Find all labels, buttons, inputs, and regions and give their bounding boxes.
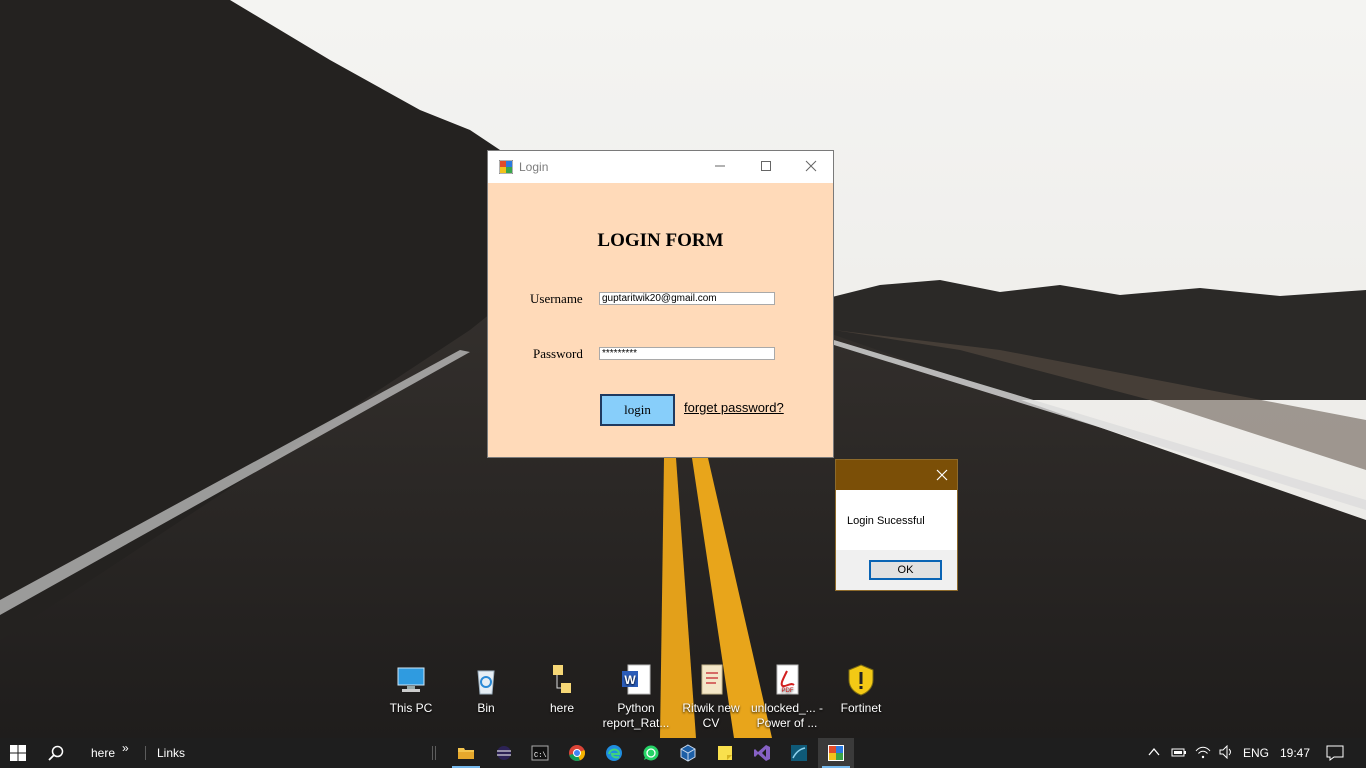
desktop-icon-label: Bin bbox=[477, 701, 495, 715]
desktop-icon-label: Fortinet bbox=[840, 701, 882, 715]
message-box: Login Sucessful OK bbox=[835, 459, 958, 591]
windows-logo-icon bbox=[10, 745, 26, 761]
login-titlebar[interactable]: Login bbox=[488, 151, 833, 183]
toolbar-links[interactable]: Links bbox=[157, 746, 185, 760]
wifi-icon bbox=[1195, 746, 1211, 759]
minimize-button[interactable] bbox=[697, 151, 743, 181]
taskbar-eclipse[interactable] bbox=[486, 738, 522, 768]
recycle-bin-icon bbox=[469, 663, 503, 697]
message-close-button[interactable] bbox=[927, 460, 957, 490]
toolbar-separator bbox=[435, 746, 436, 760]
whatsapp-icon bbox=[643, 745, 659, 761]
pdf-document-icon-2: PDF bbox=[770, 663, 804, 697]
show-hidden-icons-button[interactable] bbox=[1142, 738, 1166, 768]
virtualbox-icon bbox=[680, 744, 696, 762]
desktop-icon-ritwik-cv[interactable]: Ritwik new CV bbox=[674, 660, 748, 732]
desktop-icon-this-pc[interactable]: This PC bbox=[374, 660, 448, 732]
toolbar-separator bbox=[432, 746, 433, 760]
clock[interactable]: 19:47 bbox=[1280, 746, 1310, 760]
message-box-titlebar[interactable] bbox=[836, 460, 957, 490]
toolbar-separator bbox=[145, 746, 146, 760]
taskbar-file-explorer[interactable] bbox=[448, 738, 484, 768]
username-input[interactable]: guptaritwik20@gmail.com bbox=[599, 292, 775, 305]
maximize-button[interactable] bbox=[743, 151, 789, 181]
taskbar-network-app[interactable] bbox=[781, 738, 817, 768]
desktop-icon-label: Ritwik new CV bbox=[682, 701, 740, 730]
eclipse-icon bbox=[497, 746, 511, 760]
notification-icon bbox=[1326, 745, 1344, 761]
message-text: Login Sucessful bbox=[847, 515, 925, 527]
taskbar: here » Links C:\ ENG 19:47 bbox=[0, 738, 1366, 768]
desktop-icon-label: Python report_Rat... bbox=[602, 701, 670, 730]
form-app-icon bbox=[498, 159, 514, 175]
search-icon bbox=[48, 745, 64, 761]
sticky-notes-icon bbox=[718, 746, 732, 760]
close-button[interactable] bbox=[788, 151, 834, 181]
taskbar-whatsapp[interactable] bbox=[633, 738, 669, 768]
taskbar-login-form-app[interactable] bbox=[818, 738, 854, 768]
speaker-icon bbox=[1219, 745, 1231, 759]
desktop-icon-label: This PC bbox=[389, 701, 433, 715]
message-body: Login Sucessful bbox=[836, 490, 957, 550]
this-pc-icon bbox=[394, 663, 428, 697]
edge-icon bbox=[606, 745, 622, 761]
password-label: Password bbox=[533, 346, 583, 361]
password-input[interactable]: ********* bbox=[599, 347, 775, 360]
forget-password-link[interactable]: forget password? bbox=[684, 400, 784, 415]
svg-text:C:\: C:\ bbox=[534, 752, 547, 760]
desktop-icon-unlocked-pdf[interactable]: PDF unlocked_... - Power of ... bbox=[750, 660, 824, 732]
command-prompt-icon: C:\ bbox=[531, 745, 549, 761]
close-icon bbox=[805, 160, 817, 172]
search-button[interactable] bbox=[40, 738, 72, 768]
login-form-app-icon bbox=[828, 745, 844, 761]
start-button[interactable] bbox=[0, 738, 36, 768]
form-heading: LOGIN FORM bbox=[597, 230, 724, 251]
network-app-icon bbox=[791, 745, 807, 761]
here-folder-icon bbox=[545, 663, 579, 697]
pdf-document-icon bbox=[694, 663, 728, 697]
taskbar-virtualbox[interactable] bbox=[670, 738, 706, 768]
username-label: Username bbox=[530, 291, 583, 306]
login-window: Login LOGIN FORM Username guptaritwik20@… bbox=[487, 150, 834, 458]
ok-button[interactable]: OK bbox=[869, 560, 942, 580]
minimize-icon bbox=[715, 165, 725, 167]
close-icon bbox=[936, 469, 948, 481]
taskbar-command-prompt[interactable]: C:\ bbox=[522, 738, 558, 768]
desktop-icon-label: unlocked_... - Power of ... bbox=[750, 701, 824, 730]
file-explorer-icon bbox=[458, 748, 474, 759]
battery-icon bbox=[1171, 748, 1186, 757]
window-title: Login bbox=[519, 160, 549, 174]
desktop-icon-python-report[interactable]: W Python report_Rat... bbox=[599, 660, 673, 732]
taskbar-edge[interactable] bbox=[596, 738, 632, 768]
svg-text:PDF: PDF bbox=[782, 688, 794, 694]
svg-text:W: W bbox=[624, 673, 636, 687]
desktop-icon-bin[interactable]: Bin bbox=[449, 660, 523, 732]
chrome-icon bbox=[569, 745, 585, 762]
fortinet-shield-icon bbox=[844, 663, 878, 697]
taskbar-sticky-notes[interactable] bbox=[707, 738, 743, 768]
toolbar-overflow-chevron[interactable]: » bbox=[122, 741, 129, 755]
desktop-icon-label: here bbox=[549, 701, 575, 715]
login-button[interactable]: login bbox=[600, 394, 675, 426]
desktop-icon-here[interactable]: here bbox=[525, 660, 599, 732]
chevron-up-icon bbox=[1148, 747, 1160, 756]
visual-studio-icon bbox=[754, 745, 770, 761]
desktop-icon-fortinet[interactable]: Fortinet bbox=[824, 660, 898, 732]
taskbar-chrome[interactable] bbox=[559, 738, 595, 768]
wifi-button[interactable] bbox=[1190, 738, 1214, 768]
word-document-icon: W bbox=[619, 663, 653, 697]
toolbar-here[interactable]: here bbox=[91, 746, 115, 760]
notification-center-button[interactable] bbox=[1320, 738, 1350, 768]
language-indicator[interactable]: ENG bbox=[1243, 746, 1269, 760]
taskbar-visual-studio[interactable] bbox=[744, 738, 780, 768]
battery-button[interactable] bbox=[1166, 738, 1190, 768]
maximize-icon bbox=[761, 161, 771, 171]
volume-button[interactable] bbox=[1213, 738, 1237, 768]
